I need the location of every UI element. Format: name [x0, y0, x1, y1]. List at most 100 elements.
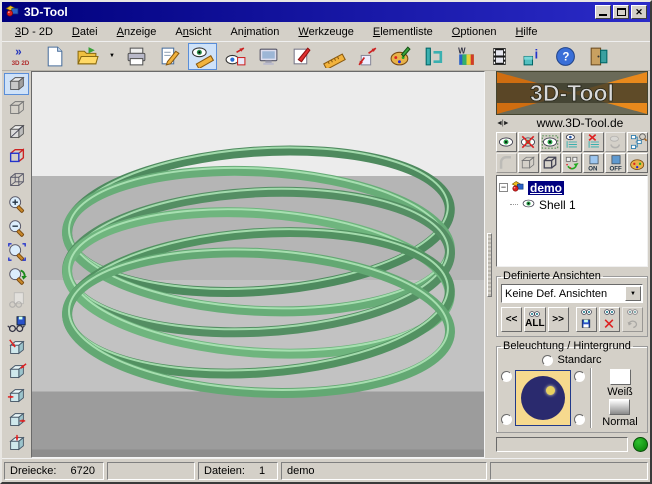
open-file-dropdown-button[interactable]: ▼: [106, 43, 118, 70]
light-position-widget[interactable]: [515, 370, 571, 426]
tree-shell-label[interactable]: Shell 1: [539, 198, 576, 212]
menu-item-hilfe[interactable]: Hilfe: [506, 24, 547, 40]
new-document-button[interactable]: [40, 43, 69, 70]
nav--button[interactable]: >>: [548, 307, 569, 332]
dropdown-arrow-icon[interactable]: ▼: [625, 286, 641, 301]
menu-item-3d-2d[interactable]: 3D - 2D: [6, 24, 63, 40]
menu-item-datei[interactable]: Datei: [63, 24, 108, 40]
hide-all-list-button[interactable]: [583, 132, 604, 152]
paint-model-button[interactable]: [386, 43, 415, 70]
light-standard-radio[interactable]: [542, 355, 553, 366]
measure-button[interactable]: [320, 43, 349, 70]
dimensioning-button[interactable]: [353, 43, 382, 70]
tree-expander-icon[interactable]: −: [499, 183, 508, 192]
model-info-button[interactable]: i: [518, 43, 547, 70]
view-iso-button[interactable]: [4, 361, 29, 383]
3d-viewport[interactable]: [31, 71, 485, 458]
tree-root-row[interactable]: − demo: [499, 179, 645, 196]
side-panel: 3D-Tool ◄|► www.3D-Tool.de ONOFF − demo …: [494, 71, 650, 458]
print-button[interactable]: [122, 43, 151, 70]
part-on-button[interactable]: ON: [583, 153, 604, 173]
find-part-button[interactable]: [627, 132, 648, 152]
light-left-bottom-radio[interactable]: [501, 414, 512, 425]
close-button[interactable]: ✕: [631, 5, 647, 19]
wireframe-view-button[interactable]: [4, 169, 29, 191]
zoom-in-button[interactable]: [4, 193, 29, 215]
delete-view-button[interactable]: [599, 307, 620, 332]
light-right-bottom-radio[interactable]: [574, 414, 585, 425]
menu-item-werkzeuge[interactable]: Werkzeuge: [289, 24, 363, 40]
nav--button[interactable]: <<: [501, 307, 522, 332]
save-view-nav-button[interactable]: [576, 307, 597, 332]
screenshot-monitor-button[interactable]: [254, 43, 283, 70]
view-left-button[interactable]: [4, 385, 29, 407]
title-bar[interactable]: 3D-Tool ✕: [2, 2, 650, 22]
edit-annotations-button[interactable]: [155, 43, 184, 70]
defined-views-dropdown[interactable]: Keine Def. Ansichten ▼: [501, 284, 643, 303]
show-all-list-button[interactable]: [562, 132, 583, 152]
menu-item-ansicht[interactable]: Ansicht: [166, 24, 221, 40]
open-file-button[interactable]: [73, 43, 102, 70]
zoom-out-button[interactable]: [4, 217, 29, 239]
show-part-button[interactable]: [496, 132, 517, 152]
view-notes-button: [4, 289, 29, 311]
shaded-view-icon: [7, 74, 27, 94]
website-link[interactable]: www.3D-Tool.de: [512, 116, 648, 130]
outline-part-button[interactable]: [540, 153, 561, 173]
menu-item-elementliste[interactable]: Elementliste: [364, 24, 443, 40]
update-views-button[interactable]: [221, 43, 250, 70]
svg-text:i: i: [535, 47, 538, 61]
view-notes-icon: [7, 290, 27, 310]
element-tree[interactable]: − demo Shell 1: [496, 175, 648, 267]
maximize-button[interactable]: [613, 5, 629, 19]
tree-shell-row[interactable]: Shell 1: [510, 196, 645, 213]
model-colors-button[interactable]: W: [452, 43, 481, 70]
part-off-button[interactable]: OFF: [605, 153, 626, 173]
nav-all-button[interactable]: ALL: [524, 307, 545, 332]
progress-bar: [496, 437, 628, 452]
save-view-button[interactable]: [4, 313, 29, 335]
show-selected-button[interactable]: [540, 132, 561, 152]
animation-button[interactable]: [485, 43, 514, 70]
help-button[interactable]: ?: [551, 43, 580, 70]
view-right-icon: [7, 410, 27, 430]
light-standard-label: Standarc: [557, 354, 601, 366]
cross-section-icon: [422, 45, 445, 68]
hide-part-button[interactable]: [518, 132, 539, 152]
collapse-panel-icon[interactable]: ◄|►: [496, 120, 512, 127]
view-right-button[interactable]: [4, 409, 29, 431]
visibility-eye-icon[interactable]: [521, 196, 536, 214]
view-top-button[interactable]: [4, 433, 29, 455]
display-options-button[interactable]: [188, 43, 217, 70]
background-white-button[interactable]: [610, 369, 631, 385]
shaded-edges-view-button[interactable]: [4, 121, 29, 143]
view-front-button[interactable]: [4, 337, 29, 359]
save-view-nav-icon: [579, 316, 593, 330]
refresh-parts-button[interactable]: [562, 153, 583, 173]
defined-views-title: Definierte Ansichten: [501, 270, 603, 282]
menu-item-optionen[interactable]: Optionen: [443, 24, 507, 40]
perspective-view-button[interactable]: [4, 145, 29, 167]
zoom-window-button[interactable]: [4, 241, 29, 263]
undo-visibility-button: [605, 132, 626, 152]
cross-section-button[interactable]: [419, 43, 448, 70]
part-color-button[interactable]: [627, 153, 648, 173]
toggle-3d2d-button[interactable]: »3D 2D: [7, 43, 36, 70]
panel-splitter[interactable]: [485, 71, 494, 458]
model-icon: [511, 179, 525, 196]
hidden-line-view-button[interactable]: [4, 97, 29, 119]
show-part-icon: [497, 133, 515, 151]
menu-item-anzeige[interactable]: Anzeige: [108, 24, 167, 40]
tree-root-label[interactable]: demo: [528, 181, 564, 195]
menu-item-animation[interactable]: Animation: [221, 24, 289, 40]
minimize-button[interactable]: [595, 5, 611, 19]
shaded-view-button[interactable]: [4, 73, 29, 95]
zoom-fit-button[interactable]: [4, 265, 29, 287]
light-left-top-radio[interactable]: [501, 371, 512, 382]
light-right-top-radio[interactable]: [574, 371, 585, 382]
refresh-parts-icon: [563, 154, 581, 172]
redline-button[interactable]: [287, 43, 316, 70]
background-normal-button[interactable]: [609, 399, 630, 415]
wireframe-part-button[interactable]: [518, 153, 539, 173]
exit-button[interactable]: [584, 43, 613, 70]
